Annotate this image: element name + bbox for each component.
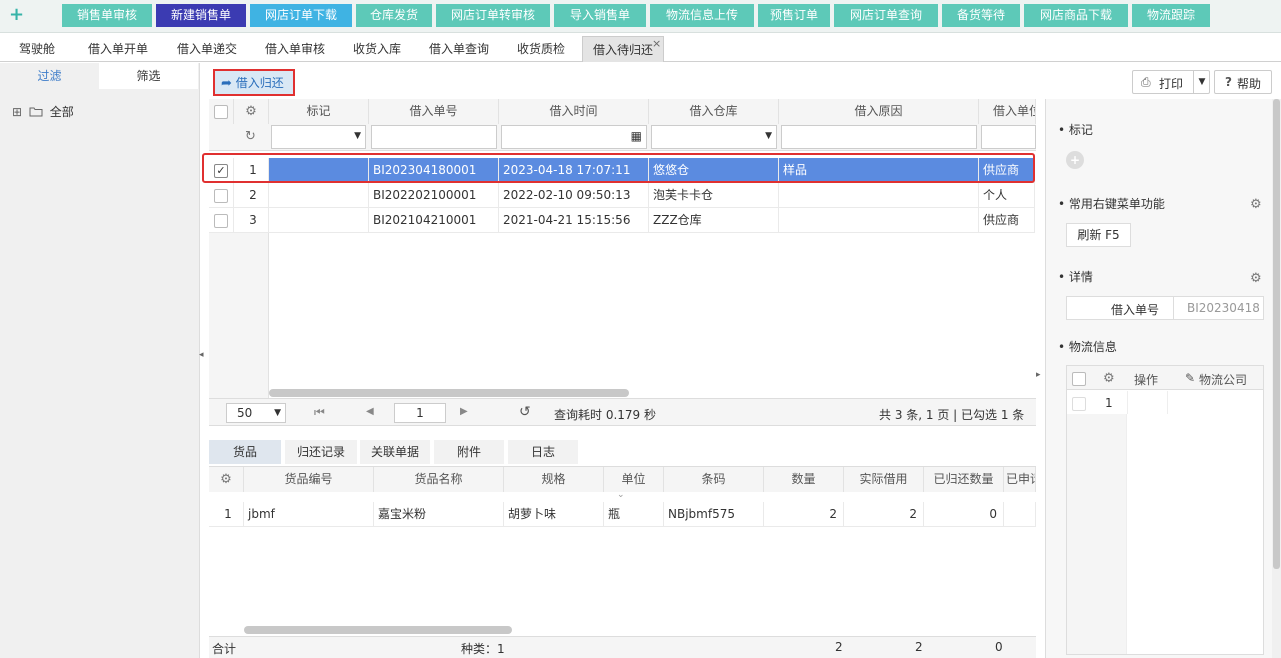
menu-warehouse-ship[interactable]: 仓库发货 [356, 4, 432, 27]
reload-icon[interactable]: ↺ [519, 404, 531, 420]
first-page-icon[interactable]: ⏮ [314, 405, 325, 420]
collapse-left-icon[interactable]: ◂ [199, 350, 204, 360]
tab-receive-in[interactable]: 收货入库 [342, 36, 412, 62]
table-row[interactable]: 3 BI202104210001 2021-04-21 15:15:56 ZZZ… [209, 208, 1035, 233]
prev-page-icon[interactable]: ◀ [366, 406, 374, 417]
tab-borrow-review[interactable]: 借入单审核 [254, 36, 336, 62]
row-checkbox[interactable] [209, 183, 234, 208]
menu-shop-order-download[interactable]: 网店订单下载 [250, 4, 352, 27]
mark-filter-select[interactable]: ▼ [271, 125, 366, 149]
col-borrow-warehouse: 借入仓库 [649, 99, 779, 124]
add-icon[interactable]: + [9, 5, 24, 25]
menu-shop-goods-download[interactable]: 网店商品下载 [1024, 4, 1128, 27]
menu-logistics-track[interactable]: 物流跟踪 [1132, 4, 1210, 27]
tab-goods[interactable]: 货品 [209, 440, 281, 464]
page-tabs: 驾驶舱 借入单开单 借入单递交 借入单审核 收货入库 借入单查询 收货质检 借入… [0, 36, 1281, 62]
table-row[interactable]: 1 jbmf 嘉宝米粉 胡萝卜味 瓶 NBjbmf575 2 2 0 [209, 502, 1036, 527]
help-button[interactable]: ? 帮助 [1214, 70, 1272, 94]
pencil-icon: ✎ [1185, 371, 1196, 385]
chevron-down-icon: ⌄ [617, 490, 625, 500]
borrow-time-filter[interactable]: ▦ [501, 125, 647, 149]
highlight-box [202, 153, 1035, 183]
tab-borrow-submit[interactable]: 借入单递交 [166, 36, 248, 62]
left-filter-panel: 过滤 筛选 [0, 63, 200, 658]
top-menu-bar: + 销售单审核 新建销售单 网店订单下载 仓库发货 网店订单转审核 导入销售单 … [0, 0, 1281, 33]
right-side-panel: • 标记 + • 常用右键菜单功能 ⚙ 刷新 F5 • 详情 ⚙ 借入单号 BI… [1045, 99, 1272, 658]
calendar-icon[interactable]: ▦ [631, 129, 642, 143]
menu-shop-order-review[interactable]: 网店订单转审核 [436, 4, 550, 27]
tab-filter[interactable]: 过滤 [0, 63, 99, 89]
logistics-select-all[interactable] [1072, 371, 1086, 386]
share-arrow-icon: ➦ [221, 76, 232, 91]
menu-stock-wait[interactable]: 备货等待 [942, 4, 1020, 27]
printer-icon: ⎙ [1141, 75, 1151, 89]
help-icon: ? [1225, 75, 1232, 89]
tab-close-icon[interactable]: × [652, 37, 661, 50]
tab-related-docs[interactable]: 关联单据 [360, 440, 430, 464]
print-button[interactable]: ⎙ 打印 ▼ [1132, 70, 1210, 94]
vertical-scrollbar[interactable] [1272, 99, 1281, 658]
col-borrow-no: 借入单号 [369, 99, 499, 124]
col-mark: 标记 [269, 99, 369, 124]
refresh-icon[interactable]: ↻ [245, 129, 256, 144]
chevron-down-icon[interactable]: ▼ [1193, 71, 1210, 93]
horizontal-scrollbar[interactable] [269, 389, 629, 397]
menu-logistics-upload[interactable]: 物流信息上传 [650, 4, 754, 27]
col-borrow-unit: 借入单位 [979, 99, 1036, 124]
col-borrow-time: 借入时间 [499, 99, 649, 124]
select-all-checkbox[interactable] [209, 99, 234, 124]
next-page-icon[interactable]: ▶ [460, 406, 468, 417]
page-input[interactable]: 1 [394, 403, 446, 423]
row-checkbox[interactable] [209, 208, 234, 233]
tree-root-label: 全部 [49, 105, 74, 119]
menu-presale[interactable]: 预售订单 [758, 4, 830, 27]
borrow-no-filter[interactable] [371, 125, 497, 149]
menu-sales-review[interactable]: 销售单审核 [62, 4, 152, 27]
row-checkbox[interactable] [1072, 396, 1086, 411]
unit-filter[interactable] [981, 125, 1036, 149]
page-summary: 共 3 条, 1 页 | 已勾选 1 条 [879, 408, 1025, 422]
folder-icon [29, 107, 43, 117]
horizontal-scrollbar[interactable] [244, 626, 512, 634]
gear-icon[interactable]: ⚙ [1250, 271, 1262, 286]
logistics-table: ⚙ 操作 ✎ 物流公司 1 [1066, 365, 1264, 655]
tab-log[interactable]: 日志 [508, 440, 578, 464]
tab-return-records[interactable]: 归还记录 [285, 440, 357, 464]
reason-filter[interactable] [781, 125, 977, 149]
tree-root[interactable]: ⊞ 全部 [12, 103, 74, 120]
expand-icon[interactable]: ⊞ [12, 105, 22, 119]
tab-attachments[interactable]: 附件 [434, 440, 504, 464]
tab-select[interactable]: 筛选 [99, 63, 198, 89]
tab-borrow-open[interactable]: 借入单开单 [78, 36, 158, 62]
detail-footer: 合计 种类：1 2 2 0 [209, 636, 1036, 658]
gear-icon[interactable]: ⚙ [1250, 197, 1262, 212]
menu-import-sales[interactable]: 导入销售单 [554, 4, 646, 27]
query-time: 查询耗时 0.179 秒 [554, 408, 656, 422]
borrow-return-button[interactable]: ➦ 借入归还 [213, 69, 295, 96]
table-row[interactable]: 2 BI202202100001 2022-02-10 09:50:13 泡芙卡… [209, 183, 1035, 208]
menu-new-sales[interactable]: 新建销售单 [156, 4, 246, 27]
detail-field: 借入单号 BI20230418 [1066, 296, 1264, 320]
pagination-bar: 50 ▼ ⏮ ◀ 1 ▶ ↺ 查询耗时 0.179 秒 共 3 条, 1 页 | … [209, 398, 1036, 426]
collapse-right-icon[interactable]: ▸ [1036, 370, 1041, 380]
add-mark-icon[interactable]: + [1066, 151, 1084, 169]
gear-icon[interactable]: ⚙ [209, 467, 244, 492]
col-borrow-reason: 借入原因 [779, 99, 979, 124]
refresh-button[interactable]: 刷新 F5 [1066, 223, 1131, 247]
page-size-select[interactable]: 50 ▼ [226, 403, 286, 423]
gear-icon[interactable]: ⚙ [1103, 371, 1115, 386]
tab-receive-qc[interactable]: 收货质检 [506, 36, 576, 62]
menu-shop-order-query[interactable]: 网店订单查询 [834, 4, 938, 27]
gear-icon[interactable]: ⚙ [234, 99, 269, 124]
tab-cockpit[interactable]: 驾驶舱 [6, 36, 68, 62]
warehouse-filter-select[interactable]: ▼ [651, 125, 777, 149]
tab-borrow-query[interactable]: 借入单查询 [418, 36, 500, 62]
